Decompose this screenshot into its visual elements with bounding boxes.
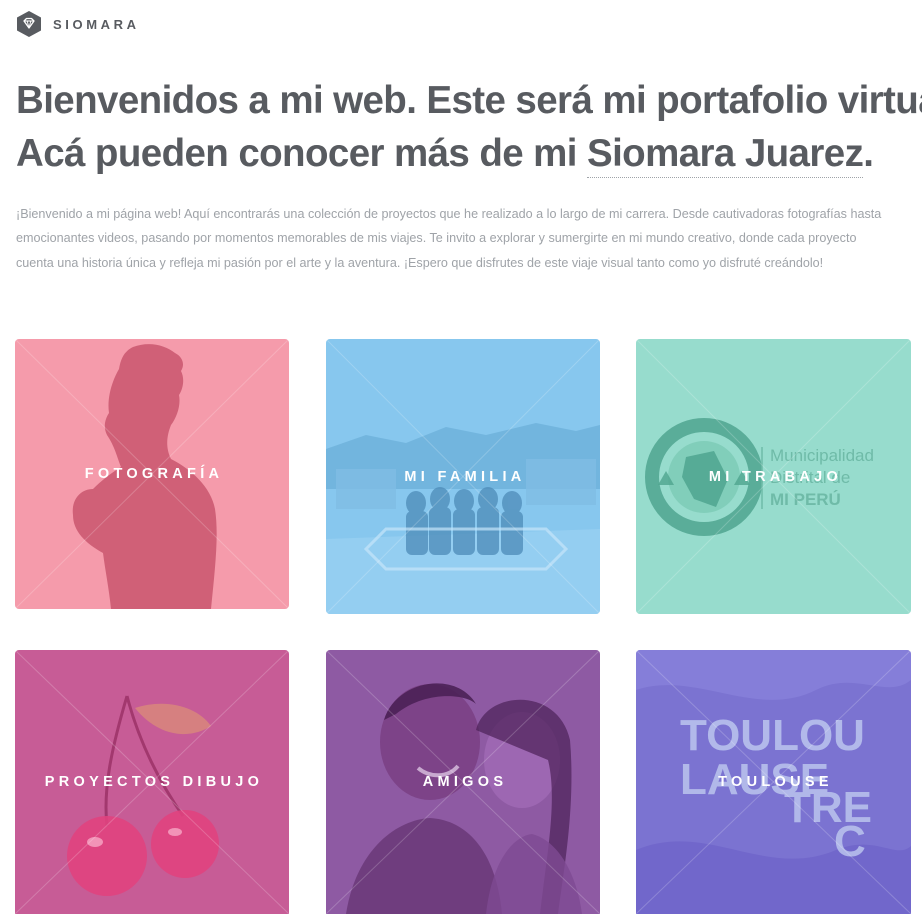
- hero-headline: Bienvenidos a mi web. Este será mi porta…: [16, 74, 922, 180]
- hero-name: Siomara Juarez: [587, 132, 864, 178]
- tile-label: TOULOUSE: [718, 774, 833, 790]
- portfolio-tile-proyectos-dibujo[interactable]: PROYECTOS DIBUJO: [15, 650, 289, 914]
- tile-logo-text: Municipalidad: [770, 446, 874, 465]
- tile-label: FOTOGRAFÍA: [84, 466, 224, 482]
- brand-name[interactable]: SIOMARA: [53, 17, 140, 32]
- portfolio-tile-fotografia[interactable]: FOTOGRAFÍA: [15, 339, 289, 609]
- site-header: SIOMARA: [16, 9, 140, 39]
- diamond-hex-icon[interactable]: [16, 10, 42, 38]
- intro-paragraph: ¡Bienvenido a mi página web! Aquí encont…: [16, 207, 882, 270]
- portfolio-tile-mi-familia[interactable]: MI FAMILIA: [326, 339, 600, 614]
- tile-label: PROYECTOS DIBUJO: [44, 774, 264, 790]
- tile-label: MI FAMILIA: [404, 468, 526, 485]
- hero-line-2: Acá pueden conocer más de mi Siomara Jua…: [16, 127, 906, 180]
- tile-logo-text: MI PERÚ: [770, 490, 841, 509]
- portfolio-tile-amigos[interactable]: AMIGOS: [326, 650, 600, 914]
- portfolio-tile-mi-trabajo[interactable]: Municipalidad Distrital de MI PERÚ MI TR…: [636, 339, 911, 614]
- hero-line-1: Bienvenidos a mi web. Este será mi porta…: [16, 79, 922, 122]
- portfolio-tile-toulouse[interactable]: TOULOU LAUSE TRE C TOULOUSE: [636, 650, 911, 914]
- tile-label: AMIGOS: [422, 774, 508, 790]
- hero-line-2-prefix: Acá pueden conocer más de mi: [16, 132, 587, 175]
- hero-line-2-suffix: .: [863, 132, 874, 175]
- tile-label: MI TRABAJO: [708, 468, 843, 485]
- tile-poster-text: C: [834, 817, 866, 866]
